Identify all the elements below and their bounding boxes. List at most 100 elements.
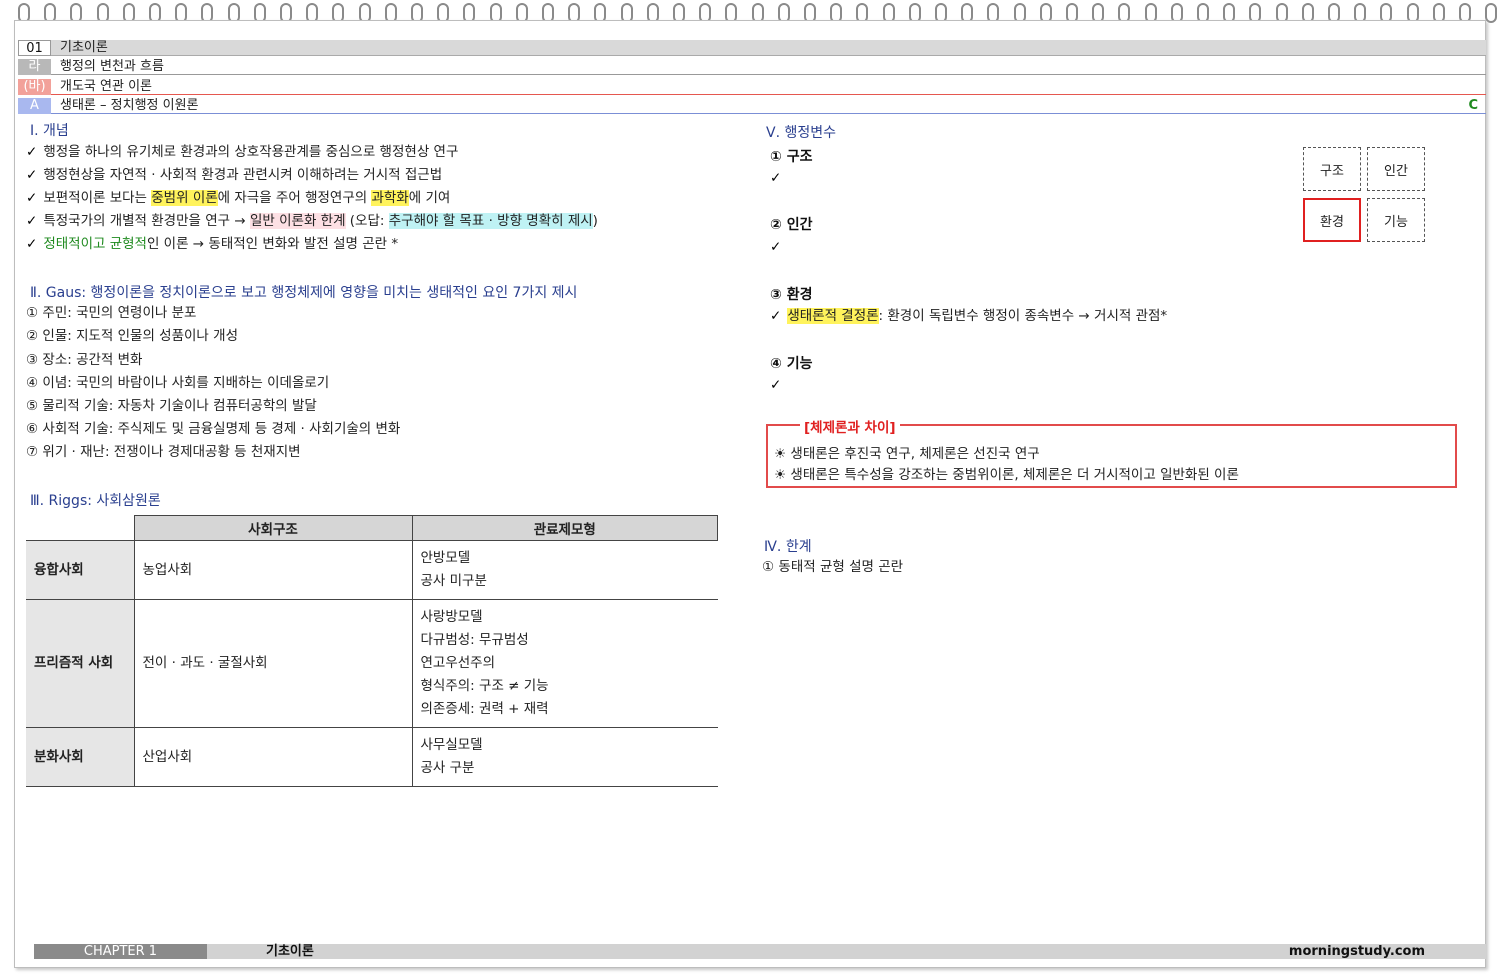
model-line: 사랑방모델: [420, 609, 483, 625]
line-text: : 환경이 독립변수 행정이 종속변수 → 거시적 관점*: [878, 308, 1168, 324]
table-header-cell: 사회구조: [133, 515, 413, 541]
highlight-text: 중범위 이론: [151, 190, 218, 206]
concept-line: ✓ 보편적이론 보다는 중범위 이론에 자극을 주어 행정연구의 과학화에 기여: [26, 189, 450, 207]
section-number: A: [18, 98, 51, 114]
model-line: 안방모델: [420, 550, 471, 566]
section-title: 생태론 – 정치행정 이원론: [60, 98, 199, 113]
binding-ring: [1485, 3, 1498, 23]
line-text: 에 자극을 주어 행정연구의: [217, 190, 372, 206]
line-text: 인 이론 → 동태적인 변화와 발전 설명 곤란 *: [146, 236, 399, 252]
concept-line: ✓ 행정현상을 자연적 · 사회적 환경과 관련시켜 이해하려는 거시적 접근법: [26, 166, 442, 184]
model-line: 연고우선주의: [420, 655, 496, 671]
model-cell: 안방모델 공사 미구분: [412, 540, 718, 600]
section-header-1: 라 행정의 변천과 흐름: [18, 59, 1486, 75]
variable-line: ✓: [770, 238, 787, 256]
table-row: 프리즘적 사회 전이 · 과도 · 굴절사회 사랑방모델 다규범성: 무규범성 …: [26, 599, 718, 728]
line-text: 보편적이론 보다는: [43, 190, 152, 206]
highlight-text: 과학화: [371, 190, 409, 206]
check-icon: ✓: [26, 213, 38, 229]
grade-badge: C: [1468, 98, 1478, 113]
page-footer: CHAPTER 1 기초이론 morningstudy.com: [34, 944, 1486, 959]
line-text: ): [592, 213, 598, 229]
variable-box-function: 기능: [1367, 198, 1425, 242]
model-line: 다규범성: 무규범성: [420, 632, 529, 648]
line-text: 특정국가의 개별적 환경만을 연구 →: [43, 213, 250, 229]
concept-line: ✓ 행정을 하나의 유기체로 환경과의 상호작용관계를 중심으로 행정현상 연구: [26, 143, 458, 161]
variable-line: ✓ 생태론적 결정론: 환경이 독립변수 행정이 종속변수 → 거시적 관점*: [770, 307, 1167, 325]
check-icon: ✓: [26, 190, 38, 206]
variable-label: ① 구조: [770, 149, 813, 165]
structure-cell: 전이 · 과도 · 굴절사회: [134, 599, 413, 728]
society-cell: 분화사회: [26, 727, 135, 787]
model-cell: 사무실모델 공사 구분: [412, 727, 718, 787]
table-header-cell: 관료제모형: [411, 515, 718, 541]
model-line: 형식주의: 구조 ≠ 기능: [420, 678, 549, 694]
section-header-2: (바) 개도국 연관 이론: [18, 79, 1486, 95]
gaus-heading: Ⅱ. Gaus: 행정이론을 정치이론으로 보고 행정체제에 영향을 미치는 생…: [30, 285, 578, 301]
variable-box-environment: 환경: [1303, 198, 1361, 242]
page-sheet: [14, 20, 1486, 968]
line-text: (오답:: [345, 213, 389, 229]
gaus-item: ① 주민: 국민의 연령이나 분포: [26, 305, 197, 321]
model-cell: 사랑방모델 다규범성: 무규범성 연고우선주의 형식주의: 구조 ≠ 기능 의존…: [412, 599, 718, 728]
check-icon: ✓: [26, 144, 38, 160]
structure-cell: 산업사회: [134, 727, 413, 787]
highlight-text: 일반 이론화 한계: [249, 213, 346, 229]
systems-theory-difference-box: [체제론과 차이] ☀ 생태론은 후진국 연구, 체제론은 선진국 연구 ☀ 생…: [766, 416, 1457, 488]
variable-box-human: 인간: [1367, 147, 1425, 191]
footer-site: morningstudy.com: [1288, 944, 1425, 959]
highlight-text: 추구해야 할 목표 · 방향 명확히 제시: [388, 213, 593, 229]
table-row: 분화사회 산업사회 사무실모델 공사 구분: [26, 727, 718, 787]
footer-title: 기초이론: [266, 944, 314, 959]
green-text: 정태적이고 균형적: [43, 236, 147, 252]
riggs-heading: Ⅲ. Riggs: 사회삼원론: [30, 493, 161, 509]
limits-item: ① 동태적 균형 설명 곤란: [762, 559, 904, 575]
structure-cell: 농업사회: [134, 540, 413, 600]
footer-chapter: CHAPTER 1: [34, 944, 207, 959]
riggs-table: 사회구조 관료제모형 융합사회 농업사회 안방모델 공사 미구분 프리즘적 사회…: [26, 515, 718, 787]
variable-line: ✓: [770, 376, 787, 394]
variables-heading: Ⅴ. 행정변수: [766, 125, 836, 141]
model-line: 의존증세: 권력 + 재력: [420, 701, 549, 717]
society-cell: 프리즘적 사회: [26, 599, 135, 728]
table-header-row: 사회구조 관료제모형: [26, 515, 718, 541]
check-icon: ✓: [26, 167, 38, 183]
variable-label: ② 인간: [770, 217, 813, 233]
gaus-item: ⑦ 위기 · 재난: 전쟁이나 경제대공황 등 천재지변: [26, 444, 301, 460]
gaus-item: ④ 이념: 국민의 바람이나 사회를 지배하는 이데올로기: [26, 375, 330, 391]
line-text: 행정을 하나의 유기체로 환경과의 상호작용관계를 중심으로 행정현상 연구: [43, 144, 459, 160]
check-icon: ✓: [770, 377, 782, 393]
variable-label: ④ 기능: [770, 356, 813, 372]
gaus-item: ⑥ 사회적 기술: 주식제도 및 금융실명제 등 경제 · 사회기술의 변화: [26, 421, 401, 437]
section-number: 라: [18, 59, 51, 75]
check-icon: ✓: [770, 239, 782, 255]
check-icon: ✓: [770, 170, 782, 186]
highlight-text: 생태론적 결정론: [787, 308, 879, 324]
gaus-item: ③ 장소: 공간적 변화: [26, 352, 143, 368]
section-header-3: A 생태론 – 정치행정 이원론 C: [18, 98, 1486, 114]
table-header-cell: [26, 515, 135, 541]
line-text: 행정현상을 자연적 · 사회적 환경과 관련시켜 이해하려는 거시적 접근법: [43, 167, 443, 183]
model-line: 공사 구분: [420, 760, 475, 776]
check-icon: ✓: [770, 308, 782, 324]
table-row: 융합사회 농업사회 안방모델 공사 미구분: [26, 540, 718, 600]
section-title: 개도국 연관 이론: [60, 79, 152, 94]
difference-line: ☀ 생태론은 후진국 연구, 체제론은 선진국 연구: [774, 446, 1040, 462]
chapter-number: 01: [18, 40, 51, 56]
variable-box-structure: 구조: [1303, 147, 1361, 191]
concept-line: ✓ 정태적이고 균형적인 이론 → 동태적인 변화와 발전 설명 곤란 *: [26, 235, 398, 253]
chapter-title: 기초이론: [60, 40, 108, 55]
model-line: 사무실모델: [420, 737, 483, 753]
line-text: 에 기여: [408, 190, 451, 206]
section-number: (바): [18, 79, 51, 95]
society-cell: 융합사회: [26, 540, 135, 600]
difference-box-title: [체제론과 차이]: [800, 416, 900, 436]
concept-line: ✓ 특정국가의 개별적 환경만을 연구 → 일반 이론화 한계 (오답: 추구해야…: [26, 212, 598, 230]
section-title: 행정의 변천과 흐름: [60, 59, 164, 74]
limits-heading: Ⅳ. 한계: [764, 539, 812, 555]
gaus-item: ② 인물: 지도적 인물의 성품이나 개성: [26, 328, 238, 344]
variable-line: ✓: [770, 169, 787, 187]
gaus-item: ⑤ 물리적 기술: 자동차 기술이나 컴퓨터공학의 발달: [26, 398, 317, 414]
difference-line: ☀ 생태론은 특수성을 강조하는 중범위이론, 체제론은 더 거시적이고 일반화…: [774, 467, 1239, 483]
check-icon: ✓: [26, 236, 38, 252]
